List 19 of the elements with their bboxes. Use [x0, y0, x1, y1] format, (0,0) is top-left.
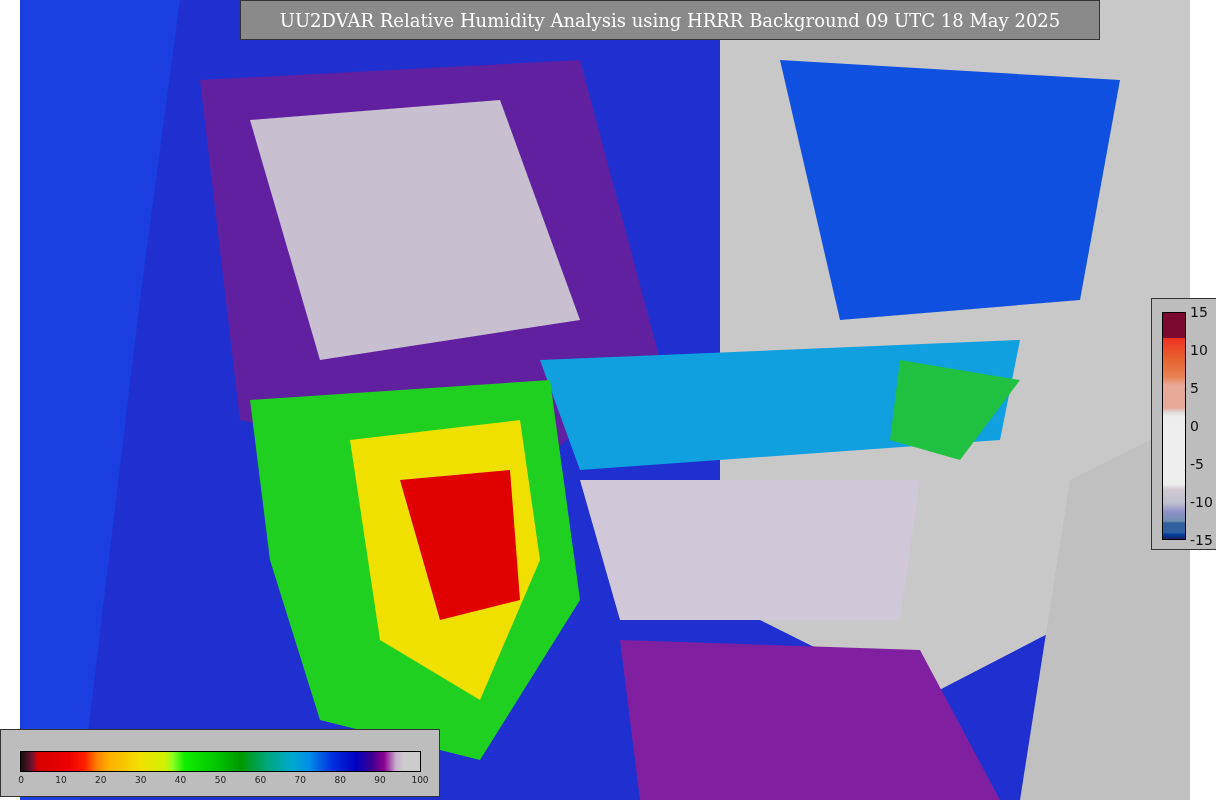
tick-label: -10 — [1190, 494, 1213, 510]
tick-label: 5 — [1190, 380, 1199, 396]
tick-label: -5 — [1190, 456, 1204, 472]
tick-label: 50 — [214, 775, 227, 785]
tick-label: 20 — [95, 775, 107, 785]
tick-label: 30 — [134, 775, 147, 785]
tick-label: -15 — [1190, 532, 1213, 548]
tick-label: 80 — [334, 775, 346, 785]
map-title: UU2DVAR Relative Humidity Analysis using HRRR Background 09 UTC 18 May 2025 — [240, 0, 1100, 40]
tick-label: 70 — [294, 775, 306, 785]
tick-label: 90 — [374, 775, 386, 785]
tick-label: 100 — [411, 775, 429, 785]
tick-label: 15 — [1190, 304, 1208, 320]
tick-label: 0 — [1190, 418, 1199, 434]
tick-label: 10 — [1190, 342, 1208, 358]
tick-label: 60 — [254, 775, 267, 785]
tick-label: 0 — [18, 775, 24, 785]
tick-label: 40 — [174, 775, 187, 785]
tick-label: 10 — [55, 775, 67, 785]
